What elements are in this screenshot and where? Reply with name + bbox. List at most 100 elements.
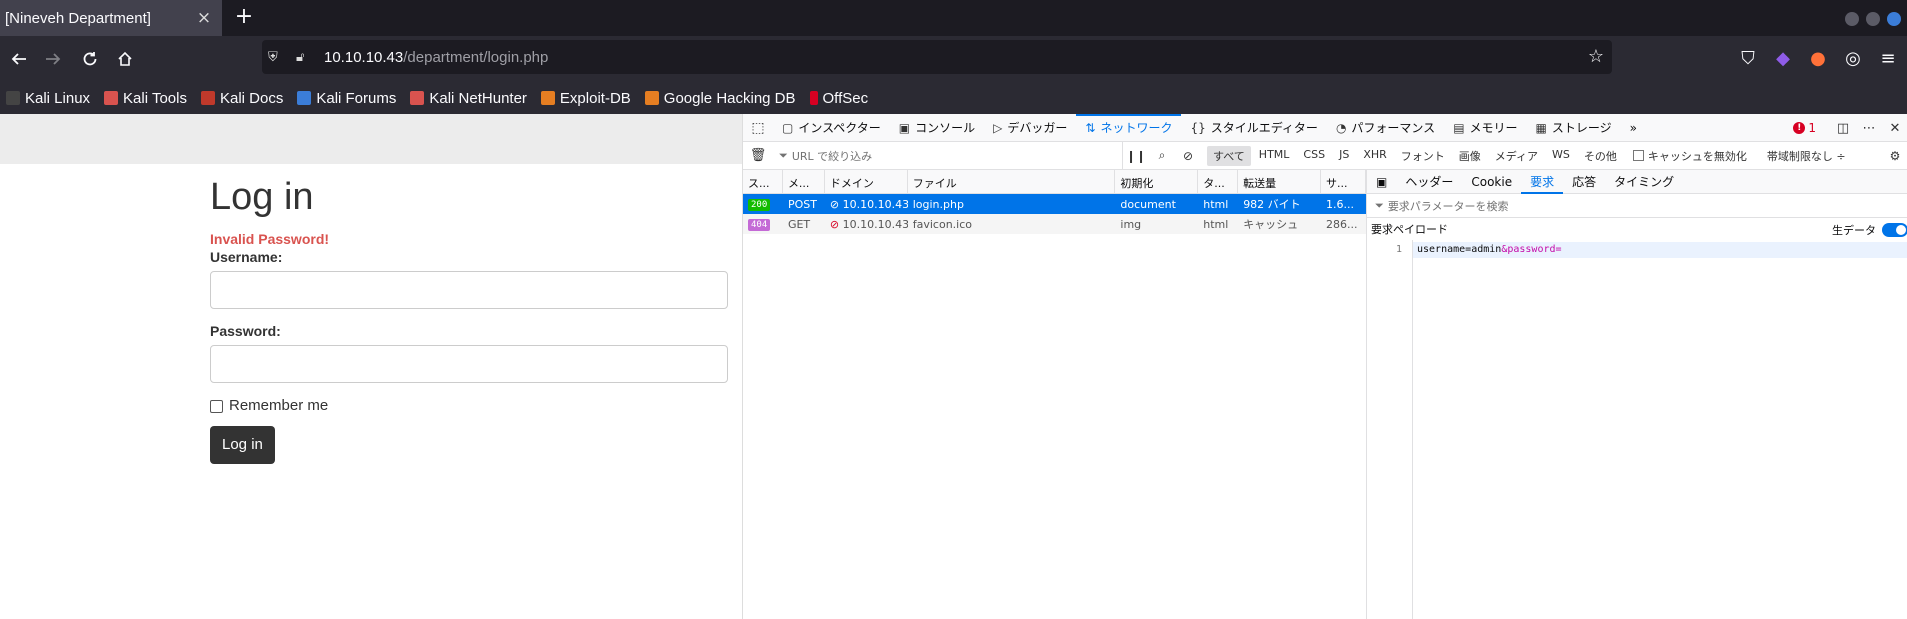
home-button[interactable] — [110, 44, 140, 74]
filter-css[interactable]: CSS — [1297, 146, 1331, 166]
tab-network[interactable]: ⇅ ネットワーク — [1076, 113, 1182, 142]
remember-checkbox[interactable] — [210, 400, 223, 413]
tab-response[interactable]: 応答 — [1563, 170, 1605, 194]
url-bar[interactable]: ⛨ 🔓︎ 10.10.10.43/department/login.php ☆ — [262, 40, 1612, 74]
tab-style-editor[interactable]: {} スタイルエディター — [1181, 114, 1326, 142]
tab-console[interactable]: ▣ コンソール — [890, 114, 984, 142]
console-icon: ▣ — [898, 120, 911, 135]
request-details: ▣ ヘッダー Cookie 要求 応答 タイミング ⏷ 要求パラメーターを検索 … — [1367, 170, 1907, 619]
search-icon[interactable]: ⌕ — [1149, 148, 1175, 163]
tab-label: メモリー — [1469, 121, 1518, 135]
col-method[interactable]: メ... — [783, 170, 825, 193]
bookmark-google-hacking-db[interactable]: Google Hacking DB — [644, 90, 796, 107]
disable-cache-toggle[interactable]: キャッシュを無効化 — [1632, 148, 1747, 164]
col-domain[interactable]: ドメイン — [825, 170, 908, 193]
payload-editor[interactable]: 1 username=admin&password= — [1367, 240, 1907, 619]
col-status[interactable]: ス... — [743, 170, 783, 193]
dock-side-icon[interactable]: ◫ — [1830, 121, 1856, 136]
tab-label: ストレージ — [1551, 121, 1612, 135]
devtools-toolbar: ⬚ ▢ インスペクター ▣ コンソール ▷ デバッガー ⇅ ネットワーク {} スタイルエ… — [743, 113, 1907, 142]
url-filter-input[interactable]: ⏷ URL で絞り込み — [773, 141, 1123, 170]
forward-arrow-icon — [46, 53, 61, 65]
element-picker-icon[interactable]: ⬚ — [743, 120, 773, 136]
raw-data-toggle[interactable]: 生データ — [1832, 222, 1907, 238]
bookmark-star-icon[interactable]: ☆ — [1588, 46, 1604, 67]
bookmark-offsec[interactable]: OffSec — [809, 90, 868, 107]
filter-html[interactable]: HTML — [1253, 146, 1296, 166]
pause-icon[interactable]: ❙❙ — [1123, 149, 1149, 163]
username-input[interactable] — [210, 271, 728, 309]
filter-ws[interactable]: WS — [1546, 146, 1576, 166]
cookie-icon: ◎ — [1845, 48, 1861, 69]
bookmark-exploit-db[interactable]: Exploit-DB — [540, 89, 631, 107]
param-name: username — [1417, 244, 1466, 255]
tab-cookies[interactable]: Cookie — [1462, 170, 1521, 194]
tab-inspector[interactable]: ▢ インスペクター — [773, 114, 890, 142]
bookmark-kali-forums[interactable]: Kali Forums — [297, 90, 396, 107]
method-cell: GET — [787, 217, 811, 231]
reload-button[interactable] — [75, 44, 105, 74]
domain-cell: ⊘ 10.10.10.43 — [825, 198, 908, 211]
filter-js[interactable]: JS — [1333, 146, 1355, 166]
tab-request[interactable]: 要求 — [1521, 170, 1564, 194]
tab-timings[interactable]: タイミング — [1605, 170, 1683, 194]
firefox-account-button[interactable]: ● — [1803, 44, 1833, 74]
error-count-badge[interactable]: ! 1 — [1793, 121, 1816, 135]
bookmark-kali-nethunter[interactable]: Kali NetHunter — [410, 90, 527, 107]
remember-me[interactable]: Remember me — [210, 397, 728, 414]
tab-headers[interactable]: ヘッダー — [1396, 170, 1462, 194]
tab-debugger[interactable]: ▷ デバッガー — [984, 114, 1076, 142]
forward-button[interactable] — [38, 44, 68, 74]
new-tab-button[interactable]: + — [230, 4, 258, 32]
menu-button[interactable]: ≡ — [1873, 44, 1903, 74]
filter-all[interactable]: すべて — [1207, 145, 1251, 166]
back-button[interactable] — [4, 44, 34, 74]
filter-images[interactable]: 画像 — [1453, 146, 1487, 166]
clear-requests-icon[interactable]: 🗑︎ — [743, 148, 773, 163]
type-cell: html — [1203, 217, 1229, 231]
browser-tab[interactable]: [Nineveh Department] × — [0, 0, 222, 36]
tab-performance[interactable]: ◔ パフォーマンス — [1327, 114, 1444, 142]
close-devtools-icon[interactable]: ✕ — [1882, 121, 1907, 136]
col-transferred[interactable]: 転送量 — [1238, 170, 1322, 193]
minimize-button[interactable] — [1845, 12, 1859, 26]
bookmark-kali-docs[interactable]: Kali Docs — [200, 89, 284, 107]
cookie-button[interactable]: ◎ — [1838, 44, 1868, 74]
pocket-button[interactable]: ⛉ — [1733, 44, 1763, 74]
filter-fonts[interactable]: フォント — [1395, 146, 1451, 166]
file-cell: login.php — [912, 197, 964, 211]
maximize-button[interactable] — [1866, 12, 1880, 26]
filter-xhr[interactable]: XHR — [1357, 146, 1392, 166]
block-icon[interactable]: ⊘ — [1175, 149, 1201, 163]
table-row[interactable]: 404 GET ⊘ 10.10.10.43 favicon.ico img ht… — [743, 214, 1366, 234]
extension-button[interactable]: ◆ — [1768, 44, 1798, 74]
password-input[interactable] — [210, 345, 728, 383]
more-options-icon[interactable]: ⋯ — [1856, 121, 1882, 136]
more-tabs-icon[interactable]: » — [1621, 114, 1646, 142]
tab-memory[interactable]: ▤ メモリー — [1444, 114, 1526, 142]
col-type[interactable]: タ... — [1198, 170, 1239, 193]
tab-storage[interactable]: ▦ ストレージ — [1527, 114, 1621, 142]
disable-cache-checkbox[interactable] — [1632, 150, 1644, 161]
col-initiator[interactable]: 初期化 — [1115, 170, 1199, 193]
filter-icon: ⏷ — [1375, 198, 1384, 212]
throttle-select[interactable]: 帯域制限なし ÷ — [1767, 148, 1846, 164]
bookmark-kali-tools[interactable]: Kali Tools — [104, 90, 187, 107]
tab-close-icon[interactable]: × — [192, 8, 216, 28]
table-row[interactable]: 200 POST ⊘ 10.10.10.43 login.php documen… — [743, 194, 1366, 214]
bookmark-label: Kali Docs — [219, 89, 284, 107]
sidebar-toggle-icon[interactable]: ▣ — [1367, 170, 1396, 194]
param-search-input[interactable]: ⏷ 要求パラメーターを検索 — [1367, 194, 1907, 218]
bookmark-kali-linux[interactable]: Kali Linux — [6, 90, 90, 107]
login-button[interactable]: Log in — [210, 426, 275, 464]
initiator-cell: img — [1120, 217, 1142, 231]
filter-media[interactable]: メディア — [1489, 146, 1544, 166]
raw-data-switch[interactable] — [1882, 223, 1907, 237]
settings-gear-icon[interactable]: ⚙ — [1882, 149, 1907, 163]
close-window-button[interactable] — [1887, 12, 1901, 26]
filter-other[interactable]: その他 — [1578, 146, 1623, 166]
col-file[interactable]: ファイル — [908, 170, 1116, 193]
bookmark-label: Exploit-DB — [559, 89, 631, 107]
col-size[interactable]: サ... — [1321, 170, 1366, 193]
devtools-panel: ⬚ ▢ インスペクター ▣ コンソール ▷ デバッガー ⇅ ネットワーク {} スタイルエ… — [742, 113, 1907, 619]
